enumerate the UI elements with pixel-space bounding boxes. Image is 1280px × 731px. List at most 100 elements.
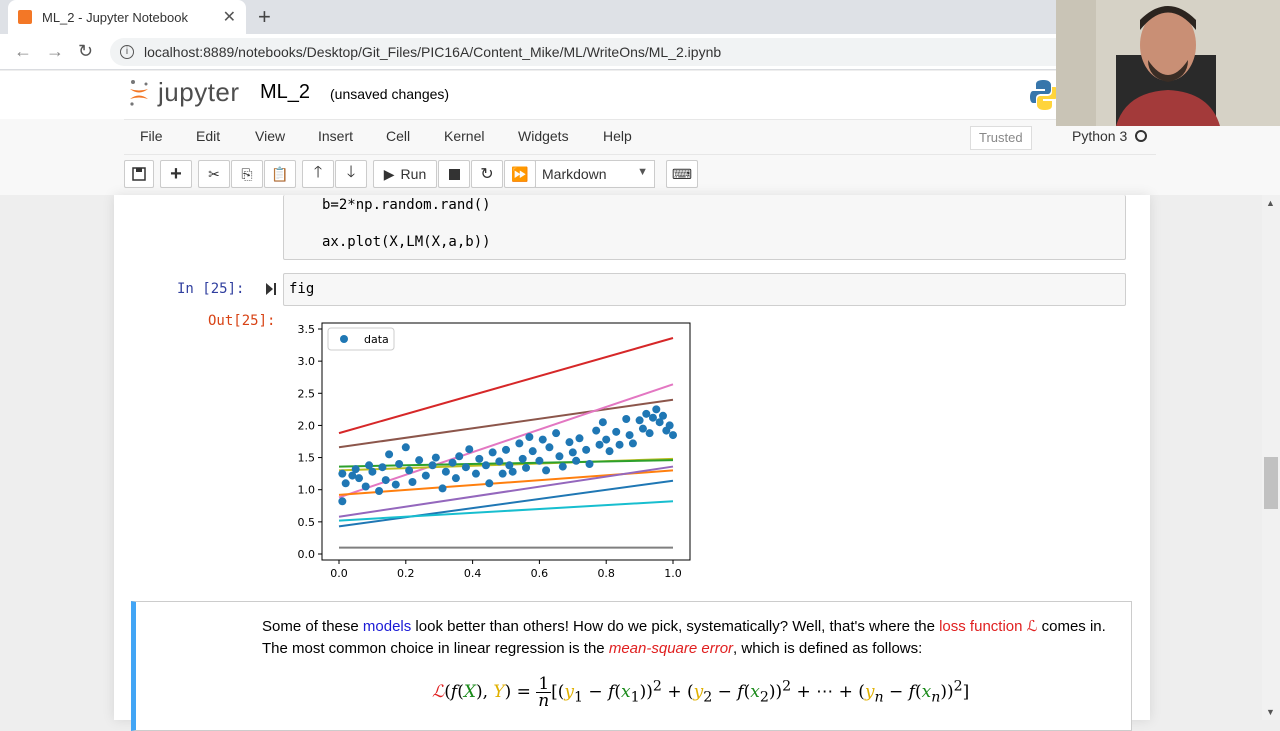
menu-widgets[interactable]: Widgets [518, 128, 569, 144]
data-point [602, 435, 611, 444]
menu-cell[interactable]: Cell [386, 128, 410, 144]
kernel-indicator[interactable]: Python 3 [1072, 128, 1148, 144]
data-point [498, 469, 507, 478]
close-tab-icon[interactable]: ✕ [223, 7, 236, 27]
data-point [565, 438, 574, 447]
data-point [461, 463, 470, 472]
markdown-cell[interactable]: Some of these models look better than ot… [131, 601, 1132, 731]
data-point [522, 463, 531, 472]
data-point [455, 452, 464, 461]
save-status: (unsaved changes) [330, 86, 450, 102]
data-point [431, 453, 440, 462]
output-prompt: Out[25]: [208, 313, 276, 329]
data-point [391, 480, 400, 489]
forward-icon[interactable]: → [46, 41, 64, 62]
data-point [545, 443, 554, 452]
keyboard-icon: ⌨ [671, 165, 693, 182]
data-point [538, 435, 547, 444]
copy-button[interactable]: ⎘ [231, 160, 263, 188]
scrollbar-thumb[interactable] [1264, 457, 1278, 509]
x-tick-label: 0.8 [597, 567, 615, 580]
reload-icon[interactable]: ↻ [78, 41, 93, 62]
models-link[interactable]: models [363, 618, 411, 635]
jupyter-logo[interactable]: jupyter [128, 77, 240, 108]
jupyter-logo-text: jupyter [158, 77, 240, 107]
plus-icon: + [170, 162, 182, 185]
save-button[interactable] [124, 160, 154, 188]
menu-insert[interactable]: Insert [318, 128, 353, 144]
data-point [405, 466, 414, 475]
menu-help[interactable]: Help [603, 128, 632, 144]
jupyter-logo-icon [130, 79, 148, 106]
data-point [665, 421, 674, 430]
data-point [448, 458, 457, 467]
insert-cell-button[interactable]: + [160, 160, 192, 188]
menu-edit[interactable]: Edit [196, 128, 220, 144]
data-point [368, 467, 377, 476]
scroll-down-icon[interactable]: ▼ [1266, 707, 1275, 717]
command-palette-button[interactable]: ⌨ [666, 160, 698, 188]
move-up-button[interactable]: 🡑 [302, 160, 334, 188]
save-icon [132, 167, 146, 181]
data-point [572, 456, 581, 465]
python-logo-icon [1030, 80, 1058, 110]
back-icon[interactable]: ← [14, 41, 32, 62]
trusted-badge[interactable]: Trusted [970, 126, 1032, 150]
code-line: b=2*np.random.rand() [322, 197, 491, 213]
loss-symbol: ℒ [1026, 618, 1038, 635]
new-tab-icon[interactable]: + [258, 4, 271, 30]
data-point [338, 497, 347, 506]
run-cell-icon[interactable] [266, 283, 276, 295]
kernel-idle-icon [1135, 130, 1148, 142]
presenter-video-image [1056, 0, 1280, 126]
data-point [615, 440, 624, 449]
data-point [568, 448, 577, 457]
data-point [528, 447, 537, 456]
stop-icon [448, 168, 460, 180]
data-point [558, 462, 567, 471]
data-point [508, 467, 517, 476]
mse-formula: ℒ(f(X), Y) = 1 n [(y1 − f(x1))2 + (y2 − f(… [432, 674, 970, 711]
cut-button[interactable]: ✂ [198, 160, 230, 188]
scissors-icon: ✂ [208, 165, 220, 182]
data-point [481, 461, 490, 470]
cell-type-select[interactable]: Markdown ▼ [535, 160, 655, 188]
data-point [542, 466, 551, 475]
y-tick-label: 2.5 [298, 387, 316, 400]
menu-file[interactable]: File [140, 128, 163, 144]
info-icon[interactable]: i [120, 45, 134, 59]
restart-button[interactable]: ↻ [471, 160, 503, 188]
fast-forward-icon: ⏩ [511, 165, 529, 182]
code-cell-previous[interactable]: b=2*np.random.rand() ax.plot(X,LM(X,a,b)… [283, 195, 1126, 260]
run-button[interactable]: ▶ Run [373, 160, 437, 188]
move-down-button[interactable]: 🡓 [335, 160, 367, 188]
page-scrollbar[interactable]: ▲ ▼ [1262, 195, 1280, 720]
browser-tab[interactable]: ML_2 - Jupyter Notebook ✕ [8, 0, 246, 34]
paste-icon: 📋 [271, 165, 289, 182]
data-point [595, 440, 604, 449]
data-point [465, 445, 474, 454]
data-point [525, 433, 534, 441]
arrow-down-icon: 🡓 [346, 163, 356, 181]
data-point [395, 460, 404, 468]
code-line: ax.plot(X,LM(X,a,b)) [322, 234, 491, 250]
menu-bar: File Edit View Insert Cell Kernel Widget… [124, 119, 1156, 155]
tab-title: ML_2 - Jupyter Notebook [42, 9, 188, 25]
interrupt-button[interactable] [438, 160, 470, 188]
x-tick-label: 0.6 [531, 567, 549, 580]
data-point [652, 405, 661, 414]
code-source: fig [289, 281, 315, 297]
data-point [421, 471, 430, 480]
data-point [475, 454, 484, 463]
input-prompt: In [25]: [177, 281, 245, 297]
data-point [515, 439, 524, 448]
paste-button[interactable]: 📋 [264, 160, 296, 188]
code-cell-fig[interactable]: fig [283, 273, 1126, 306]
data-point [555, 452, 564, 461]
scroll-up-icon[interactable]: ▲ [1266, 198, 1275, 208]
menu-kernel[interactable]: Kernel [444, 128, 484, 144]
menu-view[interactable]: View [255, 128, 285, 144]
restart-run-all-button[interactable]: ⏩ [504, 160, 536, 188]
data-point [638, 424, 647, 433]
notebook-name[interactable]: ML_2 [260, 81, 310, 104]
